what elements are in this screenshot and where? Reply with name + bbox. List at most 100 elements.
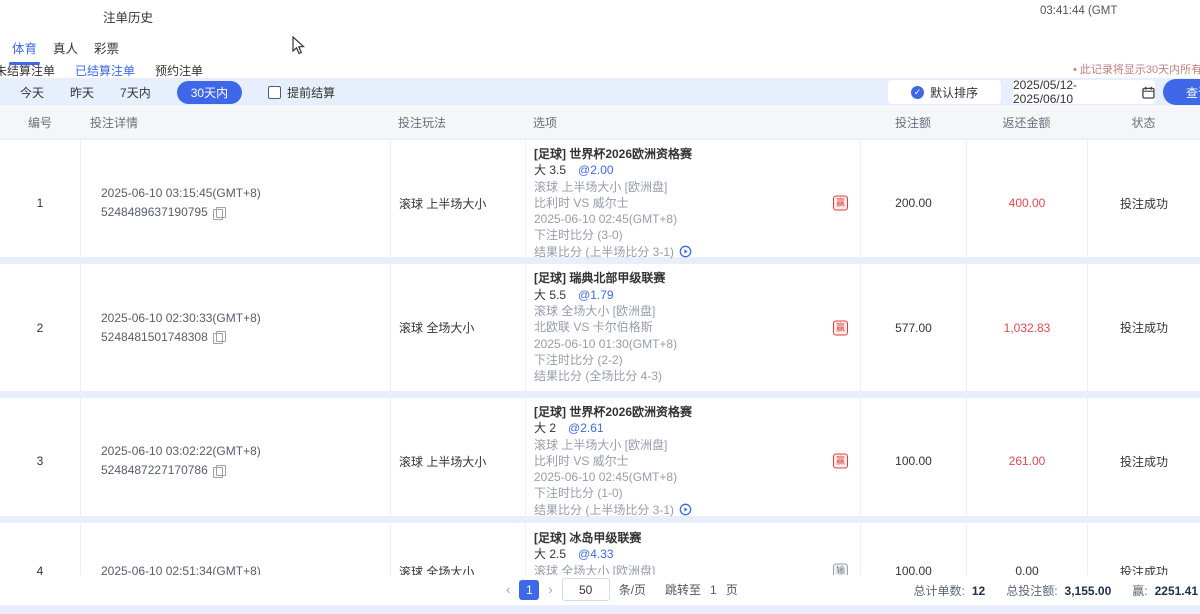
- pick: 大 3.5: [534, 163, 566, 177]
- prev-page-icon[interactable]: ‹: [506, 582, 510, 597]
- order-id: 5248481501748308: [101, 328, 208, 347]
- market: 滚球 上半场大小 [欧洲盘]: [534, 179, 860, 195]
- payout-cell: 400.00: [966, 140, 1087, 266]
- payout-cell: 0.00: [966, 523, 1087, 575]
- tab-live[interactable]: 真人: [53, 38, 78, 65]
- checkbox-icon[interactable]: [268, 86, 281, 99]
- stake-cell: 100.00: [860, 398, 966, 524]
- mouse-cursor-icon: [292, 36, 307, 55]
- table-row: 4 2025-06-10 02:51:34(GMT+8) 滚球 全场大小 [足球…: [0, 523, 1200, 575]
- play-type-cell: 滚球 全场大小: [390, 264, 525, 391]
- col-payout: 返还金额: [966, 114, 1087, 131]
- copy-icon[interactable]: [213, 465, 224, 477]
- page-size-input[interactable]: [562, 578, 610, 601]
- play-type-cell: 滚球 上半场大小: [390, 398, 525, 524]
- match-time: 2025-06-10 02:45(GMT+8): [534, 469, 860, 485]
- win-badge: 赢: [833, 454, 848, 469]
- odds: @1.79: [578, 288, 614, 302]
- copy-icon[interactable]: [213, 207, 224, 219]
- status-cell: 投注成功: [1087, 140, 1200, 266]
- total-count-value: 12: [972, 584, 985, 598]
- bet-time: 2025-06-10 02:30:33(GMT+8): [101, 309, 390, 328]
- result-score: 结果比分 (上半场比分 3-1): [534, 502, 674, 518]
- result-replay-icon[interactable]: [679, 503, 692, 516]
- market: 滚球 全场大小 [欧洲盘]: [534, 563, 860, 575]
- match-teams: 北欧联 VS 卡尔伯格斯: [534, 319, 860, 335]
- total-win-value: 2251.41: [1155, 584, 1198, 598]
- lose-badge: 输: [833, 564, 848, 576]
- page-button-1[interactable]: 1: [519, 580, 539, 600]
- payout-cell: 1,032.83: [966, 264, 1087, 391]
- result-replay-icon[interactable]: [679, 245, 692, 258]
- match-time: 2025-06-10 01:30(GMT+8): [534, 336, 860, 352]
- win-badge: 赢: [833, 196, 848, 211]
- total-stake-value: 3,155.00: [1065, 584, 1112, 598]
- status-cell: 投注成功: [1087, 398, 1200, 524]
- match-time: 2025-06-10 02:45(GMT+8): [534, 211, 860, 227]
- total-win-label: 赢:: [1132, 582, 1147, 599]
- league-name: [足球] 冰岛甲级联赛: [534, 530, 860, 546]
- bet-time: 2025-06-10 03:15:45(GMT+8): [101, 184, 390, 203]
- option-cell: [足球] 冰岛甲级联赛 大 2.5@4.33 滚球 全场大小 [欧洲盘] 富佐尼…: [525, 523, 860, 575]
- filter-bar: 今天 昨天 7天内 30天内 提前结算 ✓ 默认排序 2025/05/12-20…: [0, 78, 1200, 106]
- per-page-label: 条/页: [619, 581, 646, 598]
- match-teams: 比利时 VS 威尔士: [534, 453, 860, 469]
- status-cell: 投注成功: [1087, 523, 1200, 575]
- default-sort-button[interactable]: ✓ 默认排序: [888, 80, 1001, 104]
- bet-time: 2025-06-10 03:02:22(GMT+8): [101, 442, 390, 461]
- row-number: 3: [0, 398, 80, 524]
- date-range-picker[interactable]: 2025/05/12-2025/06/10: [1013, 80, 1155, 104]
- early-settle-label: 提前结算: [287, 84, 335, 101]
- jump-page-value[interactable]: 1: [710, 583, 717, 597]
- result-score: 结果比分 (上半场比分 3-1): [534, 244, 674, 260]
- main-tabs: 体育 真人 彩票: [12, 38, 119, 65]
- tab-sports[interactable]: 体育: [12, 38, 37, 65]
- bet-detail-cell: 2025-06-10 03:02:22(GMT+8) 5248487227170…: [80, 398, 390, 524]
- bottom-bar: ‹ 1 › 条/页 跳转至 1 页 总计单数: 12 总投注额: 3,155.0…: [0, 575, 1200, 605]
- row-number: 4: [0, 523, 80, 575]
- next-page-icon[interactable]: ›: [548, 582, 552, 597]
- filter-30days[interactable]: 30天内: [177, 81, 242, 104]
- check-circle-icon: ✓: [911, 86, 924, 99]
- pagination: ‹ 1 › 条/页 跳转至 1 页: [506, 578, 738, 601]
- page-title: 注单历史: [103, 7, 153, 26]
- filter-7days[interactable]: 7天内: [120, 84, 151, 101]
- table-header: 编号 投注详情 投注玩法 选项 投注额 返还金额 状态: [0, 107, 1200, 138]
- order-history-screen: 注单历史 03:41:44 (GMT 体育 真人 彩票 未结算注单 已结算注单 …: [0, 0, 1200, 614]
- bottom-strip: [0, 605, 1200, 614]
- bet-time: 2025-06-10 02:51:34(GMT+8): [101, 562, 390, 576]
- odds: @2.61: [568, 421, 604, 435]
- payout-cell: 261.00: [966, 398, 1087, 524]
- status-cell: 投注成功: [1087, 264, 1200, 391]
- quick-date-filters: 今天 昨天 7天内 30天内 提前结算: [20, 78, 335, 106]
- market: 滚球 全场大小 [欧洲盘]: [534, 303, 860, 319]
- odds: @4.33: [578, 547, 614, 561]
- bet-score: 下注时比分 (1-0): [534, 485, 860, 501]
- table-row: 1 2025-06-10 03:15:45(GMT+8) 52484896371…: [0, 140, 1200, 257]
- col-stake: 投注额: [860, 114, 966, 131]
- early-settle-checkbox[interactable]: 提前结算: [268, 84, 335, 101]
- filter-today[interactable]: 今天: [20, 84, 44, 101]
- total-count-label: 总计单数:: [914, 582, 965, 599]
- league-name: [足球] 瑞典北部甲级联赛: [534, 270, 860, 286]
- league-name: [足球] 世界杯2026欧洲资格赛: [534, 146, 860, 162]
- order-id: 5248487227170786: [101, 461, 208, 480]
- league-name: [足球] 世界杯2026欧洲资格赛: [534, 404, 860, 420]
- play-type-cell: 滚球 全场大小: [390, 523, 525, 575]
- query-button[interactable]: 查询: [1163, 79, 1200, 105]
- server-clock: 03:41:44 (GMT: [1040, 5, 1117, 17]
- result-score: 结果比分 (全场比分 4-3): [534, 368, 860, 384]
- col-option: 选项: [525, 114, 860, 131]
- bet-rows-area: 1 2025-06-10 03:15:45(GMT+8) 52484896371…: [0, 138, 1200, 575]
- copy-icon[interactable]: [213, 331, 224, 343]
- option-cell: [足球] 世界杯2026欧洲资格赛 大 3.5 @2.00 滚球 上半场大小 [欧…: [525, 140, 860, 266]
- odds: @2.00: [578, 163, 614, 177]
- calendar-icon: [1142, 86, 1155, 99]
- totals-summary: 总计单数: 12 总投注额: 3,155.00 赢: 2251.41: [914, 582, 1199, 599]
- filter-yesterday[interactable]: 昨天: [70, 84, 94, 101]
- row-number: 2: [0, 264, 80, 391]
- record-retention-note: • 此记录将显示30天内所有已派彩的投: [1073, 61, 1200, 77]
- table-row: 3 2025-06-10 03:02:22(GMT+8) 52484872271…: [0, 398, 1200, 516]
- pick: 大 2.5: [534, 547, 566, 561]
- tab-lottery[interactable]: 彩票: [94, 38, 119, 65]
